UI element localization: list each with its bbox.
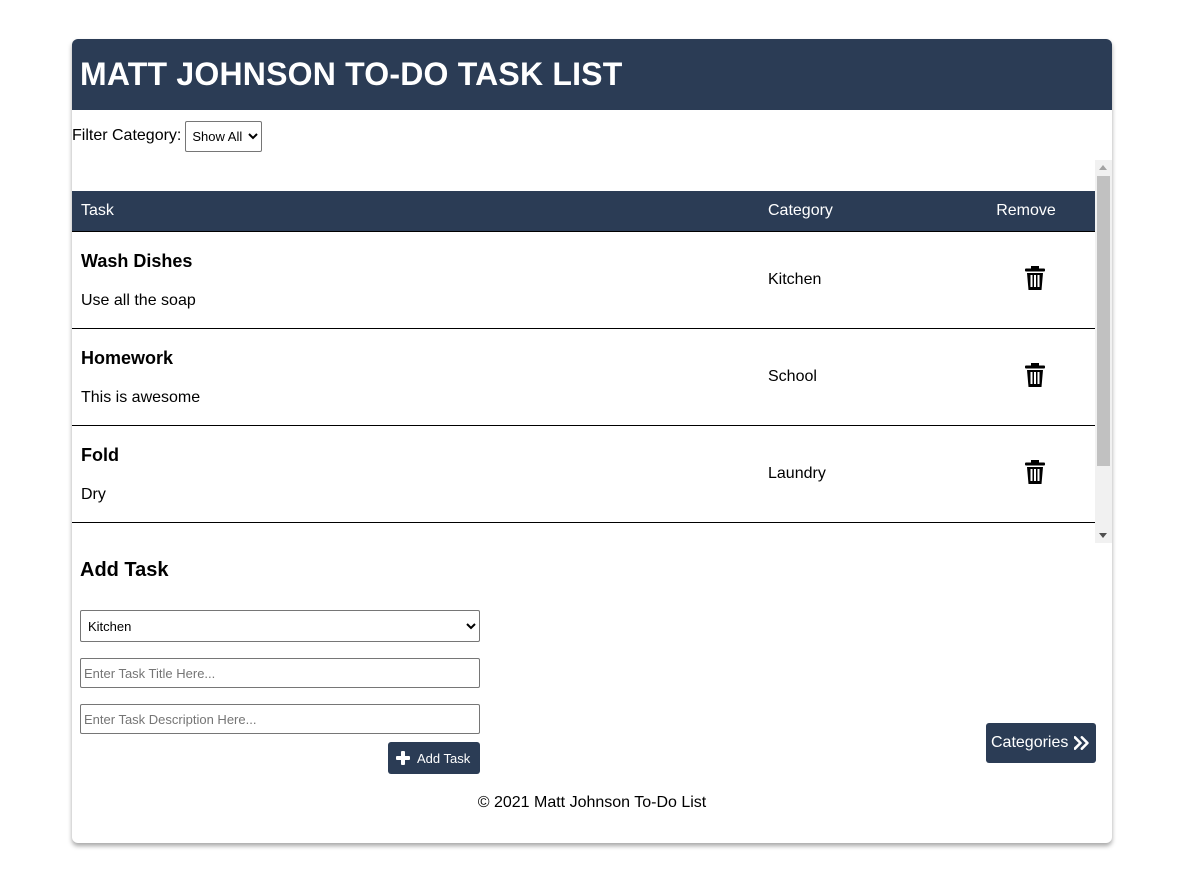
remove-cell (957, 265, 1095, 295)
categories-button[interactable]: Categories (986, 723, 1096, 763)
task-description: Use all the soap (81, 291, 196, 309)
table-row: Fold Dry Laundry (72, 426, 1095, 523)
scroll-down-arrow[interactable] (1099, 533, 1107, 538)
table-header: Task Category Remove (72, 191, 1095, 232)
todo-card: MATT JOHNSON TO-DO TASK LIST Filter Cate… (72, 39, 1112, 843)
task-category: Laundry (768, 465, 826, 482)
filter-bar: Filter Category: Show All (72, 120, 263, 152)
task-title: Fold (81, 444, 119, 465)
trash-icon[interactable] (1024, 362, 1046, 387)
filter-label: Filter Category: (72, 127, 182, 144)
table-scrollbar[interactable] (1095, 160, 1112, 543)
add-task-button[interactable]: Add Task (388, 742, 480, 774)
scroll-up-arrow[interactable] (1099, 165, 1107, 170)
task-table-container[interactable]: Task Category Remove Wash Dishes Use all… (72, 160, 1112, 543)
task-title: Homework (81, 347, 174, 368)
task-table: Task Category Remove Wash Dishes Use all… (72, 191, 1095, 523)
add-task-button-label: Add Task (417, 750, 471, 766)
task-cell: Wash Dishes Use all the soap (72, 251, 759, 310)
trash-icon[interactable] (1024, 265, 1046, 290)
task-category: Kitchen (768, 271, 822, 288)
trash-icon[interactable] (1024, 459, 1046, 484)
task-title: Wash Dishes (81, 250, 193, 271)
task-description-input[interactable] (80, 704, 480, 734)
add-task-category-select[interactable]: Kitchen (80, 610, 480, 642)
categories-button-label: Categories (991, 734, 1069, 751)
add-task-form: Add Task Kitchen Add Task (80, 559, 480, 774)
task-cell: Fold Dry (72, 445, 759, 504)
task-description: Dry (81, 485, 106, 503)
table-row: Homework This is awesome School (72, 329, 1095, 426)
filter-category-select[interactable]: Show All (185, 120, 263, 152)
header-remove: Remove (996, 202, 1056, 219)
double-chevron-right-icon (1074, 736, 1090, 750)
remove-cell (957, 459, 1095, 489)
header-task: Task (81, 202, 114, 219)
page-title: MATT JOHNSON TO-DO TASK LIST (80, 56, 623, 92)
header-category: Category (768, 202, 833, 219)
plus-icon (396, 751, 410, 765)
task-category: School (768, 368, 817, 385)
table-row: Wash Dishes Use all the soap Kitchen (72, 232, 1095, 329)
task-title-input[interactable] (80, 658, 480, 688)
task-cell: Homework This is awesome (72, 348, 759, 407)
task-description: This is awesome (81, 388, 201, 406)
page-header: MATT JOHNSON TO-DO TASK LIST (72, 39, 1112, 110)
remove-cell (957, 362, 1095, 392)
footer-text: © 2021 Matt Johnson To-Do List (477, 794, 707, 811)
scroll-thumb[interactable] (1097, 176, 1110, 466)
add-task-heading: Add Task (80, 559, 169, 581)
